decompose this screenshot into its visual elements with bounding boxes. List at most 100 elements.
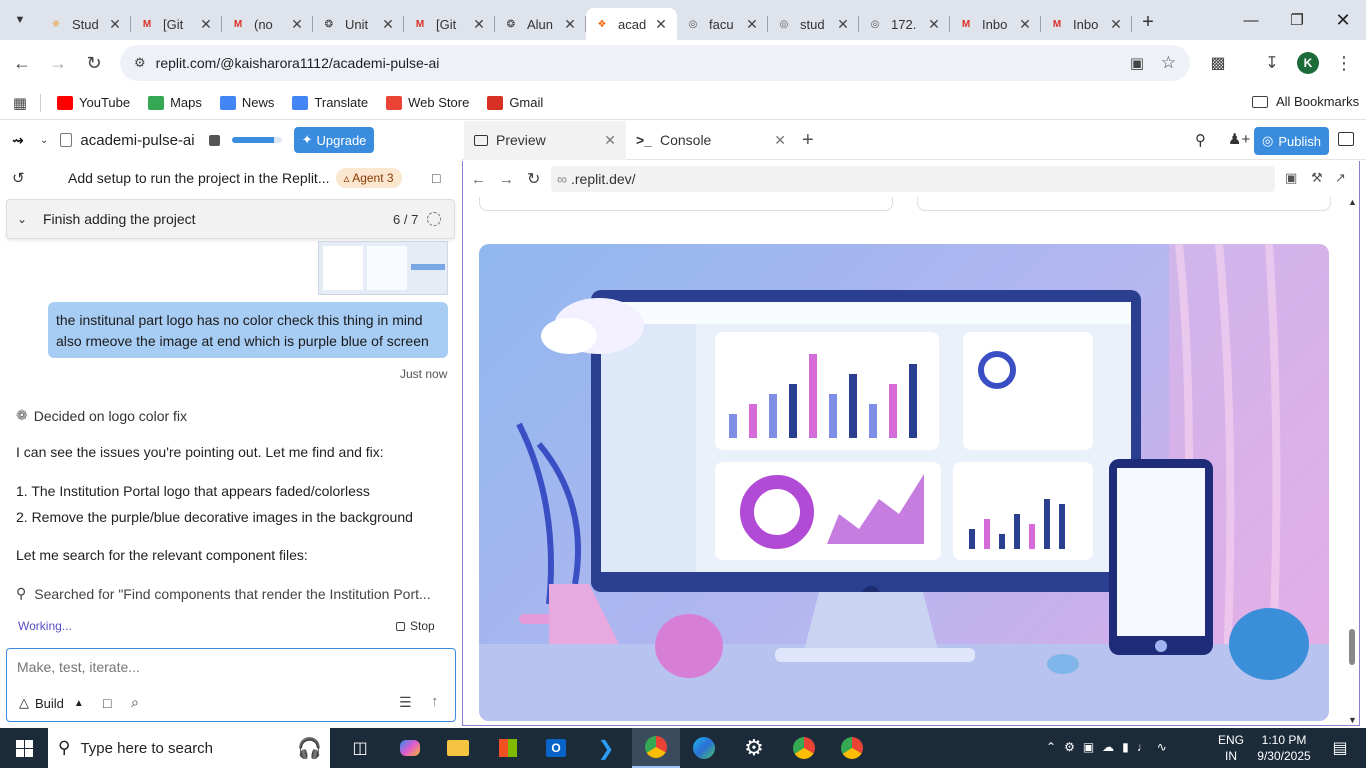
decided-status[interactable]: ❁ Decided on logo color fix	[16, 407, 187, 424]
scrollbar[interactable]: ▲ ▼	[1346, 197, 1358, 725]
extensions-icon[interactable]: ▩	[1202, 47, 1234, 79]
battery-icon[interactable]: ▮	[1122, 740, 1129, 754]
devtools-wrench-icon[interactable]: ⚒	[1311, 170, 1323, 186]
close-tab-icon[interactable]: ✕	[198, 16, 214, 33]
tab-console[interactable]: >_ Console ✕	[626, 121, 796, 160]
copilot-icon[interactable]	[386, 728, 434, 768]
chrome-profile-k-icon[interactable]	[632, 728, 680, 768]
bookmark-item[interactable]: Gmail	[487, 95, 543, 110]
bookmark-item[interactable]: Maps	[148, 95, 202, 110]
file-explorer-icon[interactable]	[434, 728, 482, 768]
close-tab-icon[interactable]: ✕	[562, 16, 578, 33]
clock[interactable]: 1:10 PM 9/30/2025	[1254, 732, 1314, 764]
browser-tab[interactable]: ◎ 172. ✕	[859, 8, 950, 40]
onedrive-icon[interactable]: ☁	[1102, 740, 1114, 754]
edge-icon[interactable]	[680, 728, 728, 768]
install-app-icon[interactable]: ▣	[1130, 54, 1144, 72]
settings-gear-icon[interactable]: ⚙	[730, 728, 778, 768]
close-tab-icon[interactable]: ✕	[835, 16, 851, 33]
invite-user-icon[interactable]: ♟+	[1228, 130, 1250, 148]
replit-logo-icon[interactable]: ⇝	[12, 132, 40, 149]
stop-square-icon[interactable]	[208, 134, 220, 146]
browser-tab[interactable]: M [Git ✕	[131, 8, 222, 40]
bookmark-item[interactable]: YouTube	[57, 95, 130, 110]
taskbar-search[interactable]: ⚲ Type here to search 🎧	[48, 728, 330, 768]
settings-sliders-icon[interactable]: ☰	[399, 694, 412, 711]
browser-tab[interactable]: M [Git ✕	[404, 8, 495, 40]
vscode-icon[interactable]: ❯	[582, 728, 630, 768]
bookmark-item[interactable]: Translate	[292, 95, 368, 110]
new-tab-button[interactable]: +	[1132, 6, 1164, 38]
browser-tab[interactable]: ❖ acad ✕	[586, 8, 677, 40]
scroll-down-icon[interactable]: ▼	[1348, 715, 1357, 725]
bookmark-item[interactable]: News	[219, 95, 274, 110]
close-tab-icon[interactable]: ✕	[744, 16, 760, 33]
upgrade-button[interactable]: ✦ Upgrade	[293, 127, 375, 153]
scroll-thumb[interactable]	[1349, 629, 1355, 665]
close-icon[interactable]: ✕	[604, 132, 616, 149]
bookmark-item[interactable]: Web Store	[386, 95, 469, 110]
browser-tab[interactable]: ✵ Stud ✕	[40, 8, 131, 40]
tray-chevron-icon[interactable]: ⌃	[1046, 740, 1056, 754]
sidebar-toggle-icon[interactable]	[1338, 132, 1354, 146]
site-info-icon[interactable]: ⚙	[134, 55, 146, 71]
close-icon[interactable]: ✕	[774, 132, 786, 149]
task-progress-bar[interactable]: ⌄ Finish adding the project 6 / 7	[6, 199, 455, 239]
add-tab-icon[interactable]: +	[802, 129, 814, 152]
notifications-icon[interactable]: ▤	[1316, 728, 1364, 768]
close-tab-icon[interactable]: ✕	[380, 16, 396, 33]
speaker-icon[interactable]: ♩	[1137, 740, 1149, 754]
tab-search-dropdown-icon[interactable]: ▼	[0, 0, 40, 40]
windows-start-icon[interactable]	[0, 728, 48, 768]
close-tab-icon[interactable]: ✕	[926, 16, 942, 33]
preview-url-field[interactable]: ∞ .replit.dev/	[551, 166, 1275, 192]
camera-icon[interactable]: ▣	[1083, 740, 1094, 754]
close-tab-icon[interactable]: ✕	[1108, 16, 1124, 33]
browser-tab[interactable]: M Inbo ✕	[1041, 8, 1132, 40]
browser-tab[interactable]: M Inbo ✕	[950, 8, 1041, 40]
browser-tab[interactable]: ❂ Alun ✕	[495, 8, 586, 40]
browser-tab[interactable]: ◎ stud ✕	[768, 8, 859, 40]
chrome-icon[interactable]	[828, 728, 876, 768]
browser-tab[interactable]: ❂ Unit ✕	[313, 8, 404, 40]
devices-icon[interactable]: ▣	[1285, 170, 1297, 186]
back-icon[interactable]: ←	[4, 45, 40, 81]
chevron-down-icon[interactable]: ⌄	[17, 212, 43, 226]
browser-menu-icon[interactable]: ⋮	[1328, 47, 1360, 79]
search-icon[interactable]: ⚲	[1195, 131, 1206, 149]
build-mode-button[interactable]: △ Build ▲	[19, 695, 84, 711]
agent-badge[interactable]: ▵ Agent 3	[335, 168, 402, 188]
search-highlight-icon[interactable]: 🎧	[297, 736, 322, 761]
minimize-icon[interactable]: —	[1228, 0, 1274, 40]
chrome-profile-m-icon[interactable]	[780, 728, 828, 768]
browser-tab[interactable]: M (no ✕	[222, 8, 313, 40]
profile-avatar[interactable]: K	[1297, 52, 1319, 74]
browser-tab[interactable]: ◎ facu ✕	[677, 8, 768, 40]
back-icon[interactable]: ←	[471, 171, 499, 188]
send-arrow-icon[interactable]: ↑	[431, 693, 439, 710]
history-icon[interactable]: ↺	[12, 169, 68, 187]
forward-icon[interactable]: →	[40, 45, 76, 81]
scroll-up-icon[interactable]: ▲	[1348, 197, 1357, 207]
searched-for-status[interactable]: ⚲ Searched for "Find components that ren…	[16, 585, 431, 602]
tab-preview[interactable]: Preview ✕	[464, 120, 626, 160]
task-view-icon[interactable]: ◫	[336, 728, 384, 768]
select-element-icon[interactable]: □	[103, 695, 111, 711]
address-bar[interactable]: ⚙ replit.com/@kaisharora1112/academi-pul…	[120, 45, 1190, 81]
open-external-icon[interactable]: ↗	[1335, 170, 1346, 186]
apps-grid-icon[interactable]: ▦	[0, 94, 40, 112]
forward-icon[interactable]: →	[499, 171, 527, 188]
restore-icon[interactable]: ❐	[1274, 0, 1320, 40]
close-tab-icon[interactable]: ✕	[653, 16, 669, 33]
language-indicator[interactable]: ENG IN	[1218, 732, 1244, 764]
new-chat-icon[interactable]: □	[432, 170, 440, 186]
thread-title[interactable]: Add setup to run the project in the Repl…	[68, 170, 330, 186]
stop-button[interactable]: Stop	[396, 619, 435, 633]
attached-screenshot-thumbnail[interactable]	[318, 241, 448, 295]
project-name[interactable]: academi-pulse-ai	[80, 132, 194, 149]
all-bookmarks-button[interactable]: All Bookmarks	[1252, 94, 1359, 109]
close-tab-icon[interactable]: ✕	[107, 16, 123, 33]
logo-chevron-icon[interactable]: ⌄	[40, 135, 48, 146]
tray-app-icon[interactable]: ⚙	[1064, 740, 1075, 754]
chat-input[interactable]	[17, 657, 437, 677]
